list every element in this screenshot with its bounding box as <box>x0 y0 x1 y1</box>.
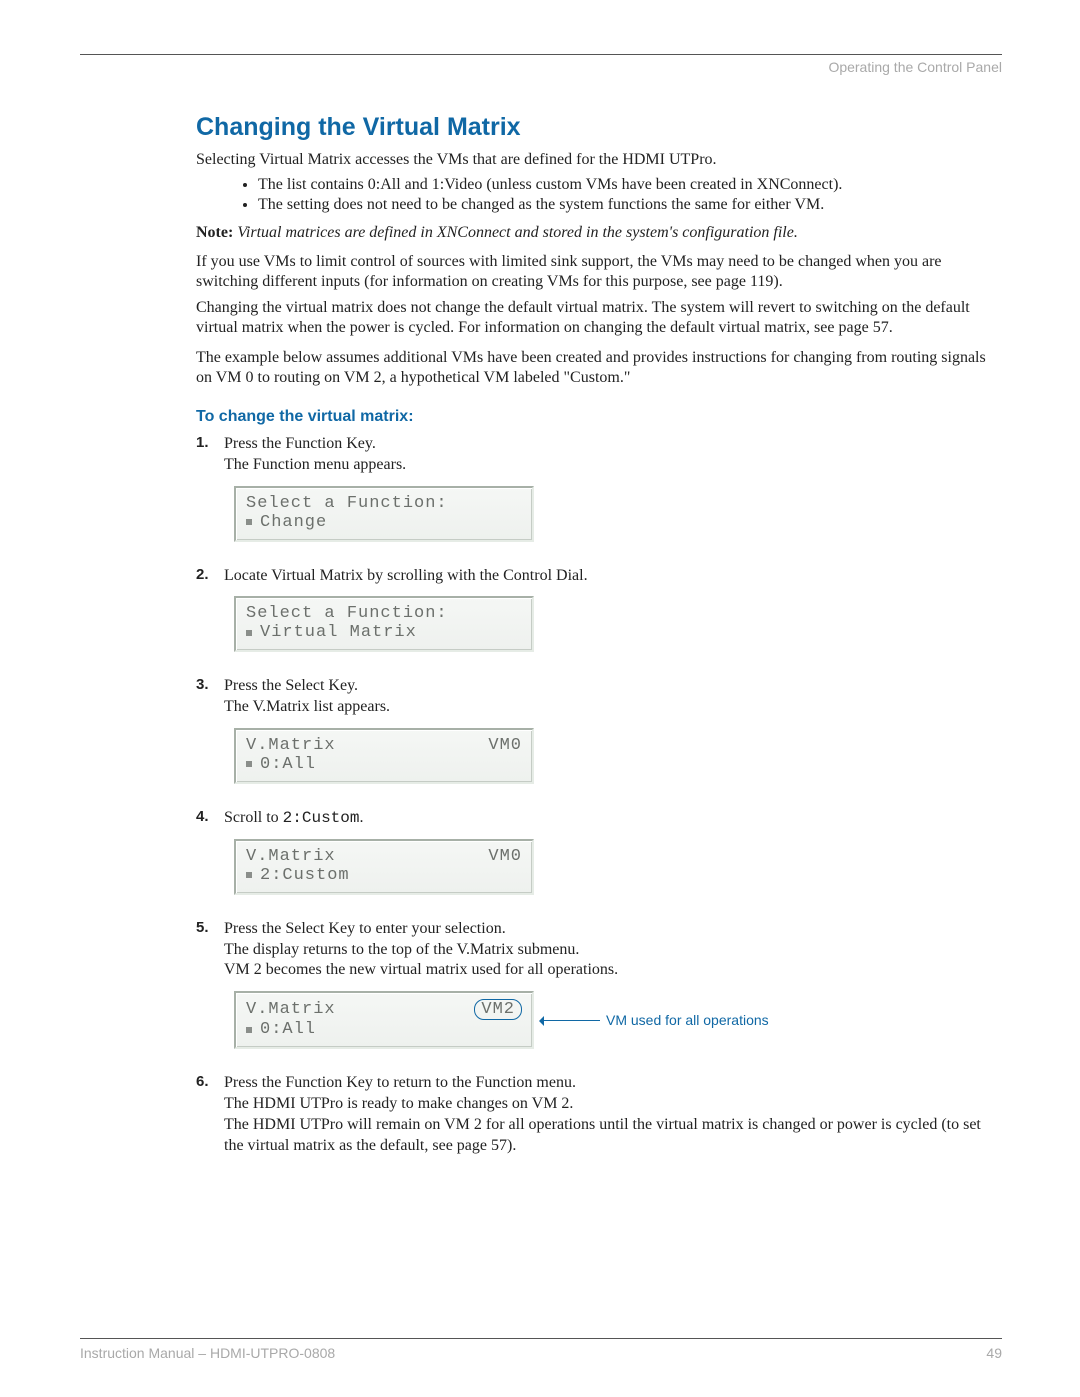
step-item: 5. Press the Select Key to enter your se… <box>196 919 1002 1049</box>
step-line: VM 2 becomes the new virtual matrix used… <box>224 960 1002 981</box>
lcd-line-2: 0:All <box>246 755 522 774</box>
arrow-left-icon <box>540 1020 600 1021</box>
lcd-display: V.Matrix VM0 2:Custom <box>234 839 534 895</box>
page-title: Changing the Virtual Matrix <box>196 113 1002 142</box>
step-item: 4. Scroll to 2:Custom. V.Matrix VM0 2:Cu… <box>196 808 1002 895</box>
bullet-item: The list contains 0:All and 1:Video (unl… <box>258 176 1002 194</box>
lcd-line-1: Select a Function: <box>246 604 522 623</box>
step-item: 3. Press the Select Key. The V.Matrix li… <box>196 676 1002 784</box>
lcd-line-1: V.Matrix VM0 <box>246 736 522 755</box>
lcd-line-2: 2:Custom <box>246 866 522 885</box>
step-item: 6. Press the Function Key to return to t… <box>196 1073 1002 1156</box>
paragraph: Changing the virtual matrix does not cha… <box>196 298 1002 338</box>
lcd-left: V.Matrix <box>246 736 336 755</box>
lcd-display: V.Matrix VM0 0:All <box>234 728 534 784</box>
lcd-line-1: V.Matrix VM2 <box>246 999 522 1020</box>
step-line: The Function menu appears. <box>224 455 1002 476</box>
step-line: Locate Virtual Matrix by scrolling with … <box>224 566 1002 587</box>
step-number: 2. <box>196 566 209 583</box>
procedure-heading: To change the virtual matrix: <box>196 408 1002 426</box>
step-line: Scroll to 2:Custom. <box>224 808 1002 829</box>
lcd-line-2: Change <box>246 513 522 532</box>
lcd-pill-vm: VM2 <box>474 999 522 1020</box>
step-line: Press the Select Key. <box>224 676 1002 697</box>
step-number: 5. <box>196 919 209 936</box>
note-label: Note: <box>196 224 233 241</box>
paragraph: The example below assumes additional VMs… <box>196 348 1002 388</box>
lcd-left: V.Matrix <box>246 1000 336 1019</box>
step-item: 2. Locate Virtual Matrix by scrolling wi… <box>196 566 1002 653</box>
lcd-display: Select a Function: Virtual Matrix <box>234 596 534 652</box>
lcd-right: VM0 <box>488 847 522 866</box>
step-line: The HDMI UTPro will remain on VM 2 for a… <box>224 1115 1002 1157</box>
bullet-item: The setting does not need to be changed … <box>258 196 1002 214</box>
step-number: 4. <box>196 808 209 825</box>
step-line: The V.Matrix list appears. <box>224 697 1002 718</box>
note-line: Note: Virtual matrices are defined in XN… <box>196 224 1002 242</box>
footer-rule <box>80 1338 1002 1339</box>
step-number: 6. <box>196 1073 209 1090</box>
top-rule <box>80 54 1002 55</box>
lcd-line-2: 0:All <box>246 1020 522 1039</box>
step-line: Press the Function Key to return to the … <box>224 1073 1002 1094</box>
lcd-left: V.Matrix <box>246 847 336 866</box>
step-line: Press the Function Key. <box>224 434 1002 455</box>
paragraph: If you use VMs to limit control of sourc… <box>196 252 1002 292</box>
footer-left: Instruction Manual – HDMI-UTPRO-0808 <box>80 1345 335 1361</box>
header-section-name: Operating the Control Panel <box>80 59 1002 75</box>
step-number: 1. <box>196 434 209 451</box>
step-line: The HDMI UTPro is ready to make changes … <box>224 1094 1002 1115</box>
step-line: Press the Select Key to enter your selec… <box>224 919 1002 940</box>
lcd-line-2: Virtual Matrix <box>246 623 522 642</box>
step-line: The display returns to the top of the V.… <box>224 940 1002 961</box>
step-number: 3. <box>196 676 209 693</box>
callout-annotation: VM used for all operations <box>540 1012 769 1028</box>
lcd-line-1: V.Matrix VM0 <box>246 847 522 866</box>
page-number: 49 <box>986 1345 1002 1361</box>
lcd-display: V.Matrix VM2 0:All <box>234 991 534 1049</box>
lcd-display: Select a Function: Change <box>234 486 534 542</box>
note-body: Virtual matrices are defined in XNConnec… <box>237 224 798 241</box>
intro-paragraph: Selecting Virtual Matrix accesses the VM… <box>196 150 1002 170</box>
callout-label: VM used for all operations <box>606 1012 769 1028</box>
lcd-line-1: Select a Function: <box>246 494 522 513</box>
step-item: 1. Press the Function Key. The Function … <box>196 434 1002 542</box>
lcd-right: VM0 <box>488 736 522 755</box>
intro-bullets: The list contains 0:All and 1:Video (unl… <box>258 176 1002 214</box>
